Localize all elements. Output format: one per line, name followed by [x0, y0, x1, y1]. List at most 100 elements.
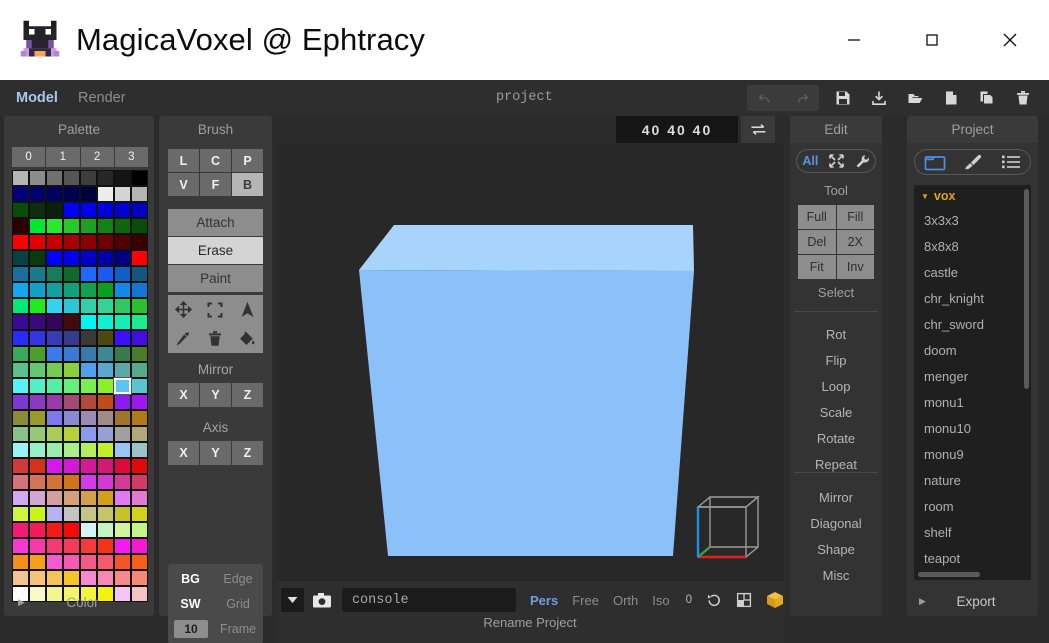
palette-swatch[interactable]: [46, 314, 63, 330]
palette-swatch[interactable]: [29, 218, 46, 234]
cursor-icon[interactable]: [231, 295, 263, 324]
palette-swatch[interactable]: [97, 442, 114, 458]
palette-grid[interactable]: [12, 170, 148, 602]
palette-swatch[interactable]: [63, 394, 80, 410]
palette-swatch[interactable]: [29, 362, 46, 378]
tool-button-fill[interactable]: Fill: [836, 205, 874, 229]
palette-swatch[interactable]: [63, 490, 80, 506]
palette-swatch[interactable]: [12, 554, 29, 570]
model-size-field[interactable]: 40 40 40: [616, 116, 738, 143]
palette-swatch[interactable]: [80, 186, 97, 202]
palette-swatch[interactable]: [63, 538, 80, 554]
palette-swatch[interactable]: [114, 218, 131, 234]
palette-swatch[interactable]: [97, 426, 114, 442]
rename-project-button[interactable]: Rename Project: [276, 615, 784, 630]
palette-swatch[interactable]: [97, 202, 114, 218]
palette-swatch[interactable]: [46, 266, 63, 282]
file-list-item[interactable]: menger: [914, 363, 1031, 389]
file-list-item[interactable]: nature: [914, 467, 1031, 493]
palette-swatch[interactable]: [12, 330, 29, 346]
sw-toggle[interactable]: SW: [168, 597, 213, 611]
palette-swatch[interactable]: [114, 410, 131, 426]
select-label[interactable]: Select: [790, 285, 882, 300]
palette-swatch[interactable]: [29, 314, 46, 330]
color-footer[interactable]: ▶ Color: [4, 589, 154, 616]
palette-swatch[interactable]: [97, 554, 114, 570]
tab-render[interactable]: Render: [76, 80, 128, 116]
palette-swatch[interactable]: [80, 362, 97, 378]
palette-swatch[interactable]: [131, 202, 148, 218]
chevron-down-icon[interactable]: [281, 588, 304, 612]
mirror-axis-y[interactable]: Y: [200, 383, 231, 407]
move-icon[interactable]: [168, 295, 200, 324]
paint-bucket-icon[interactable]: [231, 324, 263, 353]
list-icon[interactable]: [1001, 154, 1021, 170]
palette-swatch[interactable]: [97, 266, 114, 282]
3d-viewport[interactable]: [276, 143, 784, 581]
voxel-box-icon[interactable]: [766, 591, 784, 609]
palette-swatch[interactable]: [12, 570, 29, 586]
axis-z[interactable]: Z: [232, 441, 263, 465]
palette-swatch[interactable]: [114, 506, 131, 522]
folder-icon[interactable]: [924, 154, 946, 171]
palette-swatch[interactable]: [97, 570, 114, 586]
palette-swatch[interactable]: [46, 202, 63, 218]
file-list-scrollbar-horizontal[interactable]: [918, 572, 980, 577]
palette-swatch[interactable]: [63, 314, 80, 330]
palette-swatch[interactable]: [12, 282, 29, 298]
palette-swatch[interactable]: [131, 442, 148, 458]
brush-shape-l[interactable]: L: [168, 149, 199, 172]
palette-swatch[interactable]: [131, 554, 148, 570]
palette-swatch[interactable]: [80, 490, 97, 506]
maximize-button[interactable]: [893, 0, 971, 80]
palette-swatch[interactable]: [114, 522, 131, 538]
palette-swatch[interactable]: [114, 474, 131, 490]
wrench-icon[interactable]: [855, 154, 870, 169]
rotate-icon[interactable]: [706, 592, 722, 608]
palette-swatch[interactable]: [29, 170, 46, 186]
open-folder-icon[interactable]: [897, 85, 933, 111]
brush-shape-c[interactable]: C: [200, 149, 231, 172]
brush-shape-p[interactable]: P: [232, 149, 263, 172]
view-mode-iso[interactable]: Iso: [652, 593, 669, 608]
view-mode-orth[interactable]: Orth: [613, 593, 638, 608]
palette-swatch[interactable]: [46, 362, 63, 378]
palette-swatch[interactable]: [12, 394, 29, 410]
console-input[interactable]: console: [341, 588, 517, 612]
palette-swatch[interactable]: [46, 458, 63, 474]
palette-swatch[interactable]: [46, 378, 63, 394]
palette-swatch[interactable]: [63, 330, 80, 346]
palette-swatch[interactable]: [12, 314, 29, 330]
palette-swatch[interactable]: [131, 186, 148, 202]
palette-swatch[interactable]: [97, 378, 114, 394]
palette-swatch[interactable]: [29, 554, 46, 570]
palette-swatch[interactable]: [114, 394, 131, 410]
edit-item-shape[interactable]: Shape: [790, 540, 882, 560]
palette-swatch[interactable]: [80, 458, 97, 474]
mirror-axis-x[interactable]: X: [168, 383, 199, 407]
palette-swatch[interactable]: [114, 426, 131, 442]
palette-swatch[interactable]: [29, 346, 46, 362]
palette-swatch[interactable]: [114, 250, 131, 266]
palette-swatch[interactable]: [46, 506, 63, 522]
palette-swatch[interactable]: [114, 570, 131, 586]
brush-shape-f[interactable]: F: [200, 173, 231, 196]
palette-swatch[interactable]: [131, 506, 148, 522]
palette-swatch[interactable]: [63, 426, 80, 442]
brush-shape-b[interactable]: B: [232, 173, 263, 196]
edge-toggle[interactable]: Edge: [213, 572, 263, 586]
palette-swatch[interactable]: [46, 346, 63, 362]
palette-swatch[interactable]: [131, 394, 148, 410]
palette-swatch[interactable]: [80, 346, 97, 362]
file-list-scrollbar-vertical[interactable]: [1024, 189, 1029, 389]
edit-item-diagonal[interactable]: Diagonal: [790, 514, 882, 534]
tab-model[interactable]: Model: [14, 80, 60, 116]
tool-button-2x[interactable]: 2X: [836, 230, 874, 254]
palette-swatch[interactable]: [29, 330, 46, 346]
palette-swatch[interactable]: [80, 426, 97, 442]
file-list-item[interactable]: doom: [914, 337, 1031, 363]
palette-swatch[interactable]: [97, 218, 114, 234]
palette-swatch[interactable]: [12, 410, 29, 426]
palette-swatch[interactable]: [131, 234, 148, 250]
file-list-item[interactable]: teapot: [914, 545, 1031, 571]
